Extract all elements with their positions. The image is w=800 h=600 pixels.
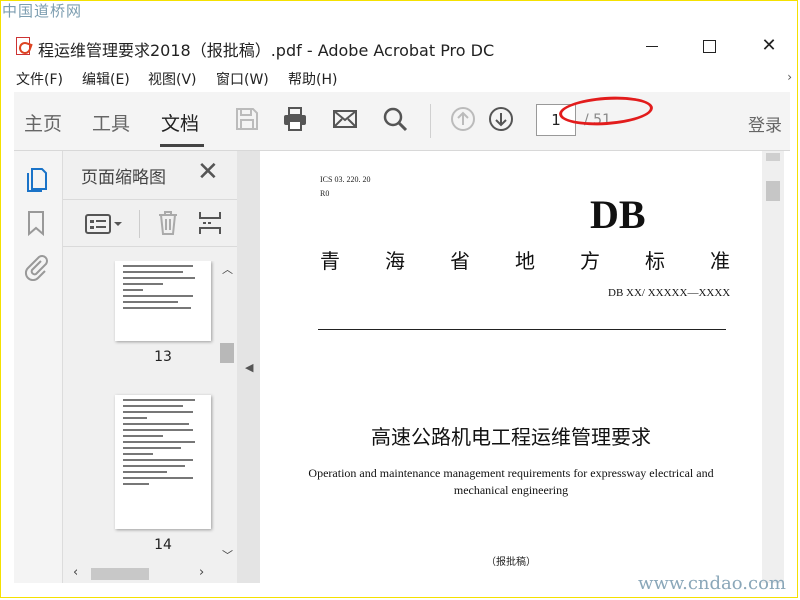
scrollbar-thumb[interactable] xyxy=(220,343,234,363)
document-scrollbar-thumb[interactable] xyxy=(766,181,780,201)
standard-title-char: 海 xyxy=(385,249,405,273)
menu-help[interactable]: 帮助(H) xyxy=(288,69,337,89)
thumbnail-page-number: 14 xyxy=(154,537,172,553)
save-icon[interactable] xyxy=(234,106,260,132)
search-icon[interactable] xyxy=(382,106,408,132)
horizontal-scrollbar-thumb[interactable] xyxy=(91,568,149,580)
delete-page-icon[interactable] xyxy=(157,210,179,236)
document-vertical-scrollbar[interactable] xyxy=(762,151,784,583)
active-tab-indicator xyxy=(160,144,204,147)
page-thumbnails-icon[interactable] xyxy=(24,165,48,193)
ics-code: ICS 03. 220. 20 xyxy=(320,175,371,184)
menu-edit[interactable]: 编辑(E) xyxy=(82,69,130,89)
thumbnail-vertical-scrollbar[interactable]: ︿ ﹀ xyxy=(217,261,237,566)
collapse-arrow-icon[interactable]: ◀ xyxy=(245,361,253,374)
insert-page-icon[interactable] xyxy=(197,210,223,236)
thumbnail-list: 13 14 xyxy=(63,261,217,566)
close-panel-icon[interactable]: ✕ xyxy=(197,157,219,187)
scroll-left-arrow-icon[interactable]: ‹ xyxy=(73,565,78,580)
db-mark: DB xyxy=(590,192,646,237)
navigation-pane-strip xyxy=(14,151,63,583)
thumbnail-page-14[interactable] xyxy=(115,395,211,529)
bookmarks-icon[interactable] xyxy=(24,209,48,237)
thumbnail-options-icon[interactable] xyxy=(85,214,123,234)
scroll-right-arrow-icon[interactable]: › xyxy=(199,565,204,580)
document-view: ICS 03. 220. 20 R0 DB 青 海 省 地 方 标 准 DB X… xyxy=(260,151,762,583)
thumbnail-page-number: 13 xyxy=(154,349,172,365)
highlight-annotation-oval xyxy=(558,93,654,129)
header-rule xyxy=(318,329,726,330)
email-icon[interactable] xyxy=(332,106,358,132)
watermark-bottom: www.cndao.com xyxy=(638,573,786,594)
thumbnail-page-13[interactable] xyxy=(115,261,211,341)
standard-title-char: 准 xyxy=(710,249,730,273)
scroll-up-arrow-icon[interactable]: ︿ xyxy=(222,261,233,277)
tab-document[interactable]: 文档 xyxy=(161,109,199,136)
title-bar: 程运维管理要求2018（报批稿）.pdf - Adobe Acrobat Pro… xyxy=(0,30,800,64)
menu-view[interactable]: 视图(V) xyxy=(148,69,197,89)
tab-tools[interactable]: 工具 xyxy=(92,109,130,136)
document-main-title: 高速公路机电工程运维管理要求 xyxy=(371,425,651,449)
panel-collapse-handle[interactable]: ◀ xyxy=(237,151,260,583)
menu-window[interactable]: 窗口(W) xyxy=(216,69,269,89)
menu-file[interactable]: 文件(F) xyxy=(16,69,63,89)
classification-code: R0 xyxy=(320,189,330,198)
panel-title: 页面缩略图 xyxy=(81,168,166,188)
thumbnail-content xyxy=(115,399,211,485)
attachments-icon[interactable] xyxy=(24,253,48,281)
document-scroll-up[interactable] xyxy=(766,153,780,161)
close-window-button[interactable]: ✕ xyxy=(757,34,781,58)
tab-home[interactable]: 主页 xyxy=(24,109,62,136)
watermark-top: 中国道桥网 xyxy=(2,2,83,20)
standard-title: 青 海 省 地 方 标 准 xyxy=(320,245,730,274)
main-toolbar: 主页 工具 文档 1 / 51 登录 xyxy=(14,92,790,151)
thumbnail-horizontal-scrollbar[interactable]: ‹ › xyxy=(63,565,217,583)
minimize-button[interactable] xyxy=(640,34,664,58)
standard-number: DB XX/ XXXXX—XXXX xyxy=(608,287,731,299)
next-page-icon[interactable] xyxy=(488,106,514,132)
standard-title-char: 方 xyxy=(580,249,600,273)
page-thumbnails-panel: 页面缩略图 ✕ 13 14 ︿ ﹀ ‹ › xyxy=(63,151,237,583)
login-link[interactable]: 登录 xyxy=(748,111,782,136)
toolbar-separator xyxy=(430,104,431,138)
standard-title-char: 地 xyxy=(515,249,535,273)
document-english-title: Operation and maintenance management req… xyxy=(308,466,714,497)
scroll-down-arrow-icon[interactable]: ﹀ xyxy=(222,547,233,563)
menu-bar: 文件(F) 编辑(E) 视图(V) 窗口(W) 帮助(H) › xyxy=(0,66,800,90)
print-icon[interactable] xyxy=(282,106,308,132)
menu-overflow-icon[interactable]: › xyxy=(787,70,792,84)
pdf-file-icon xyxy=(16,37,30,55)
maximize-button[interactable] xyxy=(697,34,721,58)
window-title: 程运维管理要求2018（报批稿）.pdf - Adobe Acrobat Pro… xyxy=(38,41,495,60)
standard-title-char: 青 xyxy=(320,249,340,273)
standard-title-char: 省 xyxy=(450,249,470,273)
panel-tool-separator xyxy=(139,210,140,238)
draft-label: （报批稿） xyxy=(486,557,536,568)
previous-page-icon[interactable] xyxy=(450,106,476,132)
standard-title-char: 标 xyxy=(645,249,665,273)
thumbnail-content xyxy=(115,265,211,309)
panel-toolbar xyxy=(63,199,237,247)
